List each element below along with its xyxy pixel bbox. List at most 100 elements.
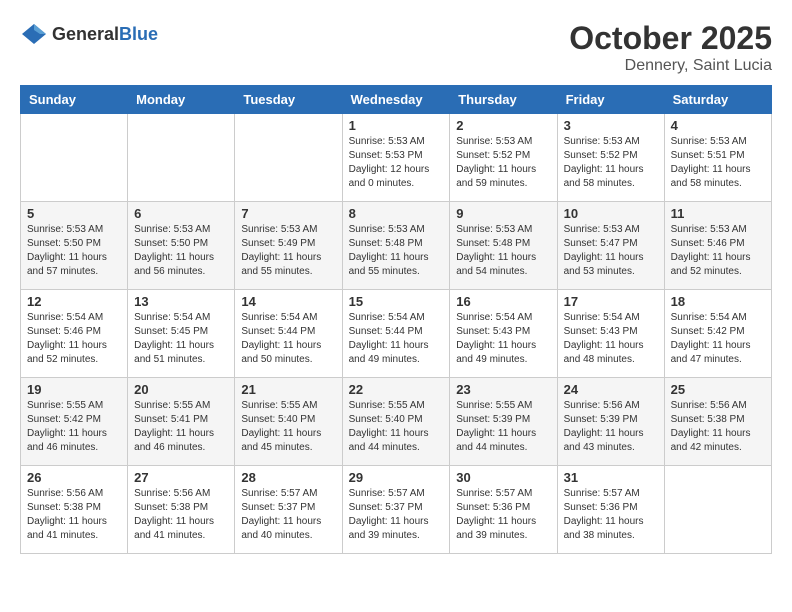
day-number: 26 bbox=[27, 470, 121, 485]
calendar-empty-cell bbox=[235, 114, 342, 202]
logo-icon bbox=[20, 20, 48, 48]
day-info: Sunrise: 5:57 AM Sunset: 5:37 PM Dayligh… bbox=[349, 487, 444, 543]
day-number: 10 bbox=[564, 206, 658, 221]
day-number: 5 bbox=[27, 206, 121, 221]
calendar-day-14: 14 Sunrise: 5:54 AM Sunset: 5:44 PM Dayli… bbox=[235, 290, 342, 378]
calendar-day-10: 10 Sunrise: 5:53 AM Sunset: 5:47 PM Dayli… bbox=[557, 202, 664, 290]
calendar-day-22: 22Sunrise: 5:55 AM Sunset: 5:40 PM Dayli… bbox=[342, 378, 450, 466]
day-info: Sunrise: 5:53 AM Sunset: 5:52 PM Dayligh… bbox=[564, 135, 658, 191]
calendar-day-18: 18 Sunrise: 5:54 AM Sunset: 5:42 PM Dayli… bbox=[664, 290, 771, 378]
day-number: 19 bbox=[27, 382, 121, 397]
day-info: Sunrise: 5:54 AM Sunset: 5:42 PM Dayligh… bbox=[671, 311, 765, 367]
day-info: Sunrise: 5:55 AM Sunset: 5:41 PM Dayligh… bbox=[134, 399, 228, 455]
weekday-header-thursday: Thursday bbox=[450, 86, 557, 114]
day-number: 23 bbox=[456, 382, 550, 397]
weekday-header-friday: Friday bbox=[557, 86, 664, 114]
calendar-day-31: 31 Sunrise: 5:57 AM Sunset: 5:36 PM Dayli… bbox=[557, 466, 664, 554]
calendar-day-30: 30 Sunrise: 5:57 AM Sunset: 5:36 PM Dayli… bbox=[450, 466, 557, 554]
day-info: Sunrise: 5:54 AM Sunset: 5:44 PM Dayligh… bbox=[241, 311, 335, 367]
day-number: 9 bbox=[456, 206, 550, 221]
calendar-day-19: 19 Sunrise: 5:55 AM Sunset: 5:42 PM Dayli… bbox=[21, 378, 128, 466]
calendar-day-26: 26 Sunrise: 5:56 AM Sunset: 5:38 PM Dayli… bbox=[21, 466, 128, 554]
calendar-day-2: 2 Sunrise: 5:53 AM Sunset: 5:52 PM Daylig… bbox=[450, 114, 557, 202]
month-title: October 2025 bbox=[569, 20, 772, 57]
calendar-table: SundayMondayTuesdayWednesdayThursdayFrid… bbox=[20, 85, 772, 554]
day-info: Sunrise: 5:54 AM Sunset: 5:43 PM Dayligh… bbox=[564, 311, 658, 367]
day-info: Sunrise: 5:56 AM Sunset: 5:38 PM Dayligh… bbox=[134, 487, 228, 543]
day-info: Sunrise: 5:55 AM Sunset: 5:42 PM Dayligh… bbox=[27, 399, 121, 455]
day-info: Sunrise: 5:56 AM Sunset: 5:38 PM Dayligh… bbox=[27, 487, 121, 543]
calendar-day-23: 23Sunrise: 5:55 AM Sunset: 5:39 PM Dayli… bbox=[450, 378, 557, 466]
day-info: Sunrise: 5:53 AM Sunset: 5:50 PM Dayligh… bbox=[134, 223, 228, 279]
weekday-header-monday: Monday bbox=[128, 86, 235, 114]
day-info: Sunrise: 5:54 AM Sunset: 5:44 PM Dayligh… bbox=[349, 311, 444, 367]
calendar-empty-cell bbox=[664, 466, 771, 554]
weekday-header-wednesday: Wednesday bbox=[342, 86, 450, 114]
calendar-day-13: 13 Sunrise: 5:54 AM Sunset: 5:45 PM Dayli… bbox=[128, 290, 235, 378]
day-number: 12 bbox=[27, 294, 121, 309]
calendar-day-8: 8 Sunrise: 5:53 AM Sunset: 5:48 PM Daylig… bbox=[342, 202, 450, 290]
calendar-empty-cell bbox=[21, 114, 128, 202]
day-info: Sunrise: 5:56 AM Sunset: 5:39 PM Dayligh… bbox=[564, 399, 658, 455]
calendar-day-9: 9 Sunrise: 5:53 AM Sunset: 5:48 PM Daylig… bbox=[450, 202, 557, 290]
calendar-day-3: 3Sunrise: 5:53 AM Sunset: 5:52 PM Daylig… bbox=[557, 114, 664, 202]
calendar-day-7: 7Sunrise: 5:53 AM Sunset: 5:49 PM Daylig… bbox=[235, 202, 342, 290]
day-number: 27 bbox=[134, 470, 228, 485]
calendar-day-15: 15Sunrise: 5:54 AM Sunset: 5:44 PM Dayli… bbox=[342, 290, 450, 378]
day-number: 1 bbox=[349, 118, 444, 133]
day-number: 7 bbox=[241, 206, 335, 221]
day-info: Sunrise: 5:53 AM Sunset: 5:46 PM Dayligh… bbox=[671, 223, 765, 279]
weekday-header-sunday: Sunday bbox=[21, 86, 128, 114]
day-info: Sunrise: 5:57 AM Sunset: 5:36 PM Dayligh… bbox=[564, 487, 658, 543]
day-number: 31 bbox=[564, 470, 658, 485]
day-info: Sunrise: 5:53 AM Sunset: 5:50 PM Dayligh… bbox=[27, 223, 121, 279]
calendar-empty-cell bbox=[128, 114, 235, 202]
day-number: 8 bbox=[349, 206, 444, 221]
day-number: 2 bbox=[456, 118, 550, 133]
weekday-header-row: SundayMondayTuesdayWednesdayThursdayFrid… bbox=[21, 86, 772, 114]
day-number: 30 bbox=[456, 470, 550, 485]
calendar-week-row: 12 Sunrise: 5:54 AM Sunset: 5:46 PM Dayli… bbox=[21, 290, 772, 378]
day-number: 16 bbox=[456, 294, 550, 309]
day-number: 6 bbox=[134, 206, 228, 221]
day-info: Sunrise: 5:57 AM Sunset: 5:36 PM Dayligh… bbox=[456, 487, 550, 543]
day-number: 24 bbox=[564, 382, 658, 397]
day-info: Sunrise: 5:53 AM Sunset: 5:51 PM Dayligh… bbox=[671, 135, 765, 191]
day-info: Sunrise: 5:53 AM Sunset: 5:48 PM Dayligh… bbox=[349, 223, 444, 279]
title-block: October 2025 Dennery, Saint Lucia bbox=[569, 20, 772, 75]
day-info: Sunrise: 5:53 AM Sunset: 5:48 PM Dayligh… bbox=[456, 223, 550, 279]
calendar-day-27: 27 Sunrise: 5:56 AM Sunset: 5:38 PM Dayli… bbox=[128, 466, 235, 554]
calendar-day-5: 5 Sunrise: 5:53 AM Sunset: 5:50 PM Daylig… bbox=[21, 202, 128, 290]
day-number: 20 bbox=[134, 382, 228, 397]
calendar-day-6: 6 Sunrise: 5:53 AM Sunset: 5:50 PM Daylig… bbox=[128, 202, 235, 290]
weekday-header-saturday: Saturday bbox=[664, 86, 771, 114]
calendar-day-29: 29 Sunrise: 5:57 AM Sunset: 5:37 PM Dayli… bbox=[342, 466, 450, 554]
day-info: Sunrise: 5:56 AM Sunset: 5:38 PM Dayligh… bbox=[671, 399, 765, 455]
calendar-day-21: 21Sunrise: 5:55 AM Sunset: 5:40 PM Dayli… bbox=[235, 378, 342, 466]
day-number: 13 bbox=[134, 294, 228, 309]
calendar-day-25: 25 Sunrise: 5:56 AM Sunset: 5:38 PM Dayli… bbox=[664, 378, 771, 466]
calendar-day-12: 12 Sunrise: 5:54 AM Sunset: 5:46 PM Dayli… bbox=[21, 290, 128, 378]
day-number: 11 bbox=[671, 206, 765, 221]
calendar-day-16: 16 Sunrise: 5:54 AM Sunset: 5:43 PM Dayli… bbox=[450, 290, 557, 378]
logo-blue: Blue bbox=[119, 24, 158, 44]
day-info: Sunrise: 5:54 AM Sunset: 5:43 PM Dayligh… bbox=[456, 311, 550, 367]
day-info: Sunrise: 5:53 AM Sunset: 5:47 PM Dayligh… bbox=[564, 223, 658, 279]
day-number: 17 bbox=[564, 294, 658, 309]
day-number: 18 bbox=[671, 294, 765, 309]
day-number: 25 bbox=[671, 382, 765, 397]
calendar-day-20: 20 Sunrise: 5:55 AM Sunset: 5:41 PM Dayli… bbox=[128, 378, 235, 466]
calendar-week-row: 26 Sunrise: 5:56 AM Sunset: 5:38 PM Dayli… bbox=[21, 466, 772, 554]
calendar-day-24: 24 Sunrise: 5:56 AM Sunset: 5:39 PM Dayli… bbox=[557, 378, 664, 466]
calendar-day-17: 17 Sunrise: 5:54 AM Sunset: 5:43 PM Dayli… bbox=[557, 290, 664, 378]
day-number: 22 bbox=[349, 382, 444, 397]
calendar-week-row: 19 Sunrise: 5:55 AM Sunset: 5:42 PM Dayli… bbox=[21, 378, 772, 466]
day-number: 14 bbox=[241, 294, 335, 309]
page-header: GeneralBlue October 2025 Dennery, Saint … bbox=[20, 20, 772, 75]
day-info: Sunrise: 5:53 AM Sunset: 5:52 PM Dayligh… bbox=[456, 135, 550, 191]
calendar-day-1: 1Sunrise: 5:53 AM Sunset: 5:53 PM Daylig… bbox=[342, 114, 450, 202]
calendar-day-11: 11 Sunrise: 5:53 AM Sunset: 5:46 PM Dayli… bbox=[664, 202, 771, 290]
day-info: Sunrise: 5:54 AM Sunset: 5:45 PM Dayligh… bbox=[134, 311, 228, 367]
day-info: Sunrise: 5:54 AM Sunset: 5:46 PM Dayligh… bbox=[27, 311, 121, 367]
day-number: 29 bbox=[349, 470, 444, 485]
